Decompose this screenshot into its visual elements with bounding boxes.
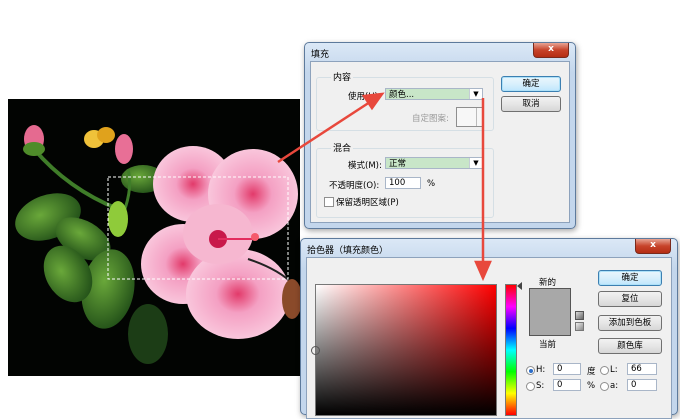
picker-close-button[interactable]: x bbox=[635, 239, 671, 254]
use-label: 使用(U): bbox=[348, 92, 381, 102]
h-unit: 度 bbox=[587, 367, 596, 377]
color-field[interactable] bbox=[315, 284, 497, 416]
color-libraries-button[interactable]: 颜色库 bbox=[598, 338, 662, 354]
web-color-cube-icon[interactable] bbox=[575, 322, 584, 331]
s-unit: % bbox=[587, 381, 596, 391]
new-color-swatch bbox=[529, 288, 571, 336]
mode-select-value: 正常 bbox=[389, 159, 407, 169]
chevron-down-icon[interactable]: ▼ bbox=[469, 89, 482, 99]
blend-group-title: 混合 bbox=[331, 141, 354, 154]
custom-pattern-swatch[interactable] bbox=[456, 107, 484, 127]
hue-slider[interactable] bbox=[505, 284, 517, 416]
opacity-unit: % bbox=[427, 179, 436, 189]
mode-select[interactable]: 正常 ▼ bbox=[385, 157, 483, 169]
reset-button[interactable]: 复位 bbox=[598, 291, 662, 307]
add-to-swatches-button[interactable]: 添加到色板 bbox=[598, 315, 662, 331]
ok-button[interactable]: 确定 bbox=[501, 76, 561, 92]
picker-dialog-title: 拾色器（填充颜色） bbox=[307, 246, 389, 256]
fill-dialog: 填充 x 内容 使用(U): 颜色... ▼ 自定图案: 混合 模式(M): 正… bbox=[304, 42, 576, 229]
preserve-transparency-label: 保留透明区域(P) bbox=[336, 198, 399, 208]
h-label: H: bbox=[536, 365, 546, 375]
chevron-down-icon[interactable]: ▼ bbox=[469, 158, 482, 168]
current-color-label: 当前 bbox=[539, 340, 557, 350]
custom-pattern-label: 自定图案: bbox=[412, 114, 449, 124]
preserve-transparency-checkbox[interactable] bbox=[324, 197, 334, 207]
a-label: a: bbox=[610, 381, 619, 391]
use-select[interactable]: 颜色... ▼ bbox=[385, 88, 483, 100]
h-input[interactable]: 0 bbox=[553, 363, 581, 375]
fill-dialog-client: 内容 使用(U): 颜色... ▼ 自定图案: 混合 模式(M): 正常 ▼ 不… bbox=[310, 61, 570, 223]
opacity-label: 不透明度(O): bbox=[329, 181, 380, 191]
hue-slider-handle-icon[interactable] bbox=[517, 282, 522, 290]
cube-icon[interactable] bbox=[575, 311, 584, 320]
color-picker-dialog: 拾色器（填充颜色） x 新的 当前 确定 复位 添加到色板 颜色库 H: 0 度… bbox=[300, 238, 678, 419]
content-group-title: 内容 bbox=[331, 70, 354, 83]
l-radio[interactable] bbox=[600, 366, 609, 375]
canvas-image bbox=[8, 99, 300, 376]
s-label: S: bbox=[536, 381, 545, 391]
use-select-value: 颜色... bbox=[389, 90, 415, 100]
l-input[interactable]: 66 bbox=[627, 363, 657, 375]
a-radio[interactable] bbox=[600, 382, 609, 391]
s-radio[interactable] bbox=[526, 382, 535, 391]
a-input[interactable]: 0 bbox=[627, 379, 657, 391]
picker-ok-button[interactable]: 确定 bbox=[598, 270, 662, 286]
picker-dialog-client: 新的 当前 确定 复位 添加到色板 颜色库 H: 0 度 S: 0 % L: 6… bbox=[306, 257, 672, 419]
pattern-dropdown-icon bbox=[476, 108, 483, 126]
l-label: L: bbox=[610, 365, 618, 375]
mode-label: 模式(M): bbox=[348, 161, 382, 171]
s-input[interactable]: 0 bbox=[553, 379, 581, 391]
h-radio[interactable] bbox=[526, 366, 535, 375]
fill-dialog-title: 填充 bbox=[311, 50, 330, 60]
new-color-label: 新的 bbox=[539, 278, 557, 288]
fill-close-button[interactable]: x bbox=[533, 43, 569, 58]
hibiscus-image bbox=[15, 125, 300, 364]
opacity-input[interactable]: 100 bbox=[385, 177, 421, 189]
color-field-cursor[interactable] bbox=[311, 346, 320, 355]
cancel-button[interactable]: 取消 bbox=[501, 96, 561, 112]
